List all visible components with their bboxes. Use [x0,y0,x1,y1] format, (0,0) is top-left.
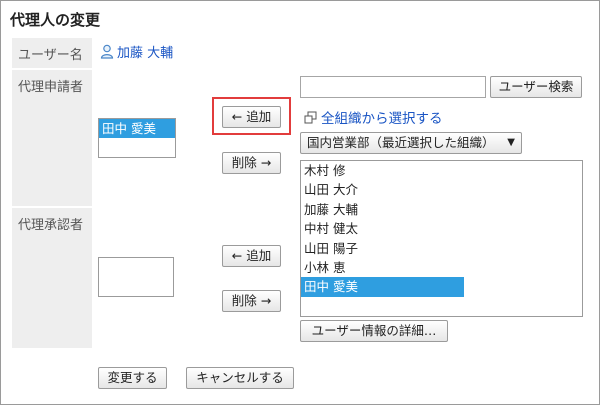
applicant-label: 代理申請者 [18,80,84,95]
applicant-selected-list[interactable]: 田中 愛美 [98,118,176,158]
candidate-list-item[interactable]: 山田 陽子 [301,239,582,258]
candidate-list-item[interactable]: 小林 恵 [301,258,582,277]
user-search-button[interactable]: ユーザー検索 [490,76,582,98]
approver-add-button[interactable]: ← 追加 [222,245,281,267]
candidate-list-item[interactable]: 田中 愛美 [301,277,464,297]
applicant-add-button[interactable]: ← 追加 [222,106,281,128]
user-search-input[interactable] [300,76,486,98]
approver-remove-button[interactable]: 削除 → [222,290,281,312]
candidate-list-item[interactable]: 山田 大介 [301,180,582,199]
user-detail-button[interactable]: ユーザー情報の詳細… [300,320,448,342]
org-dropdown-value: 国内営業部（最近選択した組織） [307,135,495,150]
cancel-button[interactable]: キャンセルする [186,367,294,389]
applicant-list-item[interactable]: 田中 愛美 [99,119,175,138]
copy-window-icon [304,111,317,123]
applicant-remove-button[interactable]: 削除 → [222,152,281,174]
page-title: 代理人の変更 [10,11,101,29]
submit-button[interactable]: 変更する [98,367,167,389]
user-name-label: ユーザー名 [18,48,83,63]
user-icon [100,44,114,59]
candidate-list-item[interactable]: 加藤 大輔 [301,200,582,219]
dropdown-arrow-icon: ▼ [507,137,515,148]
user-name-link[interactable]: 加藤 大輔 [117,42,173,61]
user-name-value[interactable]: 加藤 大輔 [100,42,173,61]
candidate-user-list[interactable]: 木村 修 山田 大介 加藤 大輔 中村 健太 山田 陽子 小林 恵 田中 愛美 [300,160,583,317]
select-from-all-orgs-link[interactable]: 全組織から選択する [321,107,443,127]
candidate-list-item[interactable]: 木村 修 [301,161,582,180]
org-dropdown[interactable]: 国内営業部（最近選択した組織） ▼ [300,132,522,154]
approver-label: 代理承認者 [18,218,84,233]
candidate-list-item[interactable]: 中村 健太 [301,219,582,238]
approver-selected-list[interactable] [98,257,174,297]
select-from-all-orgs[interactable]: 全組織から選択する [304,107,443,127]
